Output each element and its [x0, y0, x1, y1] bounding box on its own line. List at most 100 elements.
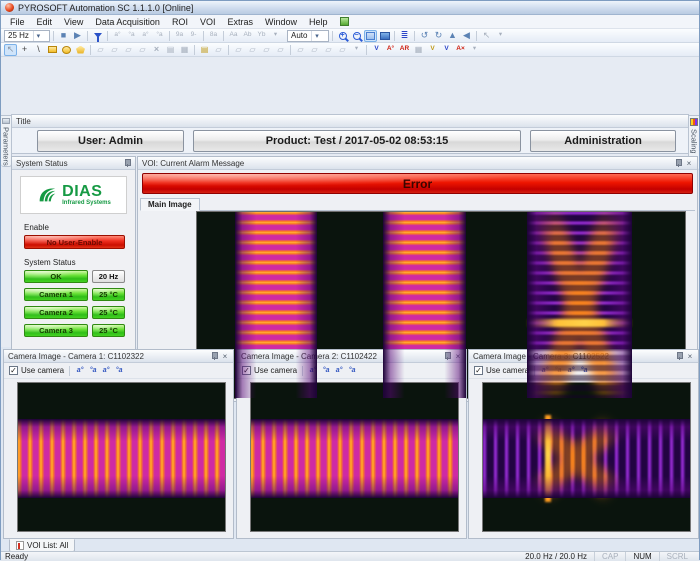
status-frequency-button[interactable]: 20 Hz: [92, 270, 125, 283]
use-camera-checkbox[interactable]: ✓: [9, 366, 18, 375]
line-tool-icon[interactable]: \: [32, 44, 45, 56]
polygon-tool-icon[interactable]: [74, 44, 87, 56]
administration-button[interactable]: Administration: [530, 130, 676, 152]
ellipse-tool-icon[interactable]: [60, 44, 73, 56]
menu-roi[interactable]: ROI: [166, 17, 194, 27]
camera-config-icon-3[interactable]: a°: [334, 367, 344, 374]
zoom-in-icon[interactable]: +: [336, 30, 349, 42]
camera2-thermal-image[interactable]: [250, 382, 459, 532]
roi-extra-icon-2[interactable]: ▱: [308, 44, 321, 56]
pin-icon[interactable]: [123, 159, 131, 168]
roi-extra-icon-4[interactable]: ▱: [336, 44, 349, 56]
camera3-temp-button[interactable]: 25 °C: [92, 324, 125, 337]
close-icon[interactable]: ×: [686, 352, 694, 361]
roi-copy-icon-3[interactable]: ▱: [122, 44, 135, 56]
sequence-icon-3[interactable]: Yb: [255, 30, 268, 42]
roi-template-icon[interactable]: ▱: [212, 44, 225, 56]
chevron-down-icon[interactable]: ▾: [311, 31, 321, 41]
rectangle-tool-icon[interactable]: [46, 44, 59, 56]
voi-alarm-reset-icon[interactable]: AR: [398, 44, 411, 56]
camera-assign-icon-4[interactable]: °a: [153, 30, 166, 42]
roi-copy-icon-4[interactable]: ▱: [136, 44, 149, 56]
menu-extra-icon[interactable]: [340, 17, 349, 26]
toolbar-overflow-icon-3[interactable]: ▾: [350, 44, 363, 56]
point-tool-icon[interactable]: +: [18, 44, 31, 56]
pin-icon[interactable]: [675, 352, 683, 361]
camera-config-icon-4[interactable]: °a: [114, 367, 124, 374]
roi-extra-icon-1[interactable]: ▱: [294, 44, 307, 56]
grab-image-icon-1[interactable]: 9a: [173, 30, 186, 42]
camera3-thermal-image[interactable]: [482, 382, 691, 532]
flip-horizontal-icon[interactable]: ▲: [446, 30, 459, 42]
grab-image-icon-2[interactable]: 9-: [187, 30, 200, 42]
voi-check-icon[interactable]: V: [370, 44, 383, 56]
flip-vertical-icon[interactable]: ◀: [460, 30, 473, 42]
close-icon[interactable]: ×: [221, 352, 229, 361]
roi-move-icon-4[interactable]: ▱: [274, 44, 287, 56]
snapshot-icon[interactable]: 8a: [207, 30, 220, 42]
camera1-status-button[interactable]: Camera 1: [24, 288, 88, 301]
delete-roi-icon[interactable]: ×: [150, 44, 163, 56]
roi-list-icon-1[interactable]: ▤: [164, 44, 177, 56]
toolbar-overflow-icon-2[interactable]: ▾: [494, 30, 507, 42]
camera3-status-button[interactable]: Camera 3: [24, 324, 88, 337]
zoom-fit-icon[interactable]: [364, 30, 377, 42]
use-camera-checkbox[interactable]: ✓: [474, 366, 483, 375]
menu-help[interactable]: Help: [303, 17, 334, 27]
voi-blue-icon[interactable]: V: [440, 44, 453, 56]
menu-file[interactable]: File: [4, 17, 31, 27]
roi-move-icon-2[interactable]: ▱: [246, 44, 259, 56]
roi-list-icon-2[interactable]: ▦: [178, 44, 191, 56]
pin-icon[interactable]: [674, 159, 682, 168]
menu-extras[interactable]: Extras: [221, 17, 259, 27]
menu-edit[interactable]: Edit: [31, 17, 59, 27]
isotherm-lines-icon[interactable]: ≣: [398, 30, 411, 42]
user-button[interactable]: User: Admin: [37, 130, 184, 152]
camera-assign-icon-2[interactable]: °a: [125, 30, 138, 42]
frequency-select[interactable]: 25 Hz ▾: [4, 30, 50, 42]
toolbar-overflow-icon-1[interactable]: ▾: [269, 30, 282, 42]
camera1-temp-button[interactable]: 25 °C: [92, 288, 125, 301]
sequence-icon-1[interactable]: Aa: [227, 30, 240, 42]
voi-settings-icon[interactable]: ▦: [412, 44, 425, 56]
camera-config-icon-4[interactable]: °a: [347, 367, 357, 374]
roi-copy-icon-1[interactable]: ▱: [94, 44, 107, 56]
rotate-left-icon[interactable]: ↺: [418, 30, 431, 42]
main-thermal-image[interactable]: [196, 211, 686, 399]
zoom-mode-select[interactable]: Auto ▾: [287, 30, 329, 42]
toolbar-overflow-icon-4[interactable]: ▾: [468, 44, 481, 56]
roi-copy-icon-2[interactable]: ▱: [108, 44, 121, 56]
roi-move-icon-3[interactable]: ▱: [260, 44, 273, 56]
camera-assign-icon-1[interactable]: a°: [111, 30, 124, 42]
camera-config-icon-3[interactable]: a°: [101, 367, 111, 374]
pin-icon[interactable]: [210, 352, 218, 361]
camera2-temp-button[interactable]: 25 °C: [92, 306, 125, 319]
menu-voi[interactable]: VOI: [194, 17, 222, 27]
product-button[interactable]: Product: Test / 2017-05-02 08:53:15: [193, 130, 521, 152]
voi-alarm-icon[interactable]: A°: [384, 44, 397, 56]
menu-window[interactable]: Window: [259, 17, 303, 27]
status-ok-button[interactable]: OK: [24, 270, 88, 283]
pointer-icon[interactable]: ↖: [480, 30, 493, 42]
camera-config-icon-1[interactable]: a°: [75, 367, 85, 374]
stop-icon[interactable]: ■: [57, 30, 70, 42]
roi-extra-icon-3[interactable]: ▱: [322, 44, 335, 56]
roi-paste-icon[interactable]: ▤: [198, 44, 211, 56]
close-icon[interactable]: ×: [685, 159, 693, 168]
voi-acknowledge-icon[interactable]: A×: [454, 44, 467, 56]
camera-config-icon-2[interactable]: °a: [88, 367, 98, 374]
tab-main-image[interactable]: Main Image: [140, 198, 200, 211]
voi-yellow-icon[interactable]: V: [426, 44, 439, 56]
full-image-icon[interactable]: [378, 30, 391, 42]
sequence-icon-2[interactable]: Ab: [241, 30, 254, 42]
camera-assign-icon-3[interactable]: a°: [139, 30, 152, 42]
play-icon[interactable]: ▶: [71, 30, 84, 42]
rotate-right-icon[interactable]: ↻: [432, 30, 445, 42]
camera1-thermal-image[interactable]: [17, 382, 226, 532]
menu-view[interactable]: View: [58, 17, 89, 27]
zoom-out-icon[interactable]: −: [350, 30, 363, 42]
no-user-enable-button[interactable]: No User-Enable: [24, 235, 125, 249]
filter-icon[interactable]: [91, 30, 104, 42]
menu-data-acquisition[interactable]: Data Acquisition: [89, 17, 166, 27]
roi-move-icon-1[interactable]: ▱: [232, 44, 245, 56]
